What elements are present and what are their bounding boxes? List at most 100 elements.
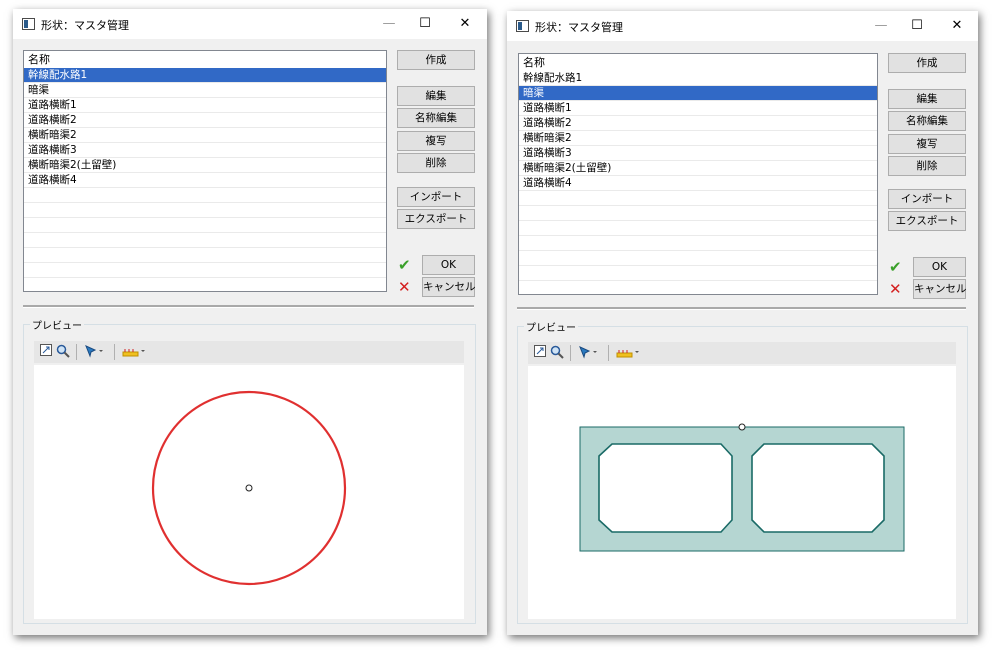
app-icon: [516, 20, 529, 32]
empty-row: .: [24, 263, 386, 278]
export-button[interactable]: エクスポート: [397, 209, 475, 229]
list-item[interactable]: 道路横断1: [519, 101, 877, 116]
copy-button[interactable]: 複写: [888, 134, 966, 154]
empty-row: .: [519, 206, 877, 221]
splitter[interactable]: [23, 305, 474, 308]
import-button[interactable]: インポート: [888, 189, 966, 209]
empty-row: .: [519, 191, 877, 206]
edit-button[interactable]: 編集: [397, 86, 475, 106]
create-button[interactable]: 作成: [397, 50, 475, 70]
empty-row: .: [24, 188, 386, 203]
list-item[interactable]: 幹線配水路1: [24, 68, 386, 83]
culvert-cell-left: [598, 443, 733, 533]
title-bar[interactable]: 形状：マスタ管理 — ☐ ✕: [13, 9, 487, 39]
rename-button[interactable]: 名称編集: [888, 111, 966, 131]
master-management-window-2: 形状：マスタ管理 — ☐ ✕ 名称 幹線配水路1 暗渠 道路横断1 道路横断2 …: [507, 11, 978, 635]
ruler-icon[interactable]: [122, 344, 146, 360]
preview-group: プレビュー: [23, 317, 476, 624]
window-title: 形状：マスタ管理: [41, 19, 129, 32]
master-management-window-1: 形状：マスタ管理 — ☐ ✕ 名称 幹線配水路1 暗渠 道路横断1 道路横断2 …: [13, 9, 487, 635]
empty-row: .: [519, 221, 877, 236]
empty-row: .: [24, 233, 386, 248]
list-item[interactable]: 道路横断4: [519, 176, 877, 191]
check-icon: ✔: [889, 258, 902, 276]
list-item[interactable]: 道路横断3: [24, 143, 386, 158]
ok-button[interactable]: ✔ OK: [398, 255, 475, 275]
empty-row: .: [519, 266, 877, 281]
preview-canvas[interactable]: [34, 365, 464, 619]
minimize-button[interactable]: —: [867, 15, 895, 37]
empty-row: .: [24, 203, 386, 218]
list-item[interactable]: 道路横断1: [24, 98, 386, 113]
create-button[interactable]: 作成: [888, 53, 966, 73]
list-item[interactable]: 暗渠: [519, 86, 877, 101]
delete-button[interactable]: 削除: [888, 156, 966, 176]
preview-label: プレビュー: [524, 319, 578, 334]
origin-marker: [738, 423, 746, 431]
empty-row: .: [519, 236, 877, 251]
list-item[interactable]: 横断暗渠2: [24, 128, 386, 143]
list-item[interactable]: 幹線配水路1: [519, 71, 877, 86]
list-header: 名称: [28, 53, 50, 66]
rename-button[interactable]: 名称編集: [397, 108, 475, 128]
check-icon: ✔: [398, 256, 411, 274]
shape-name-list[interactable]: 名称 幹線配水路1 暗渠 道路横断1 道路横断2 横断暗渠2 道路横断3 横断暗…: [23, 50, 387, 292]
edit-button[interactable]: 編集: [888, 89, 966, 109]
zoom-fit-icon[interactable]: [534, 345, 546, 361]
close-button[interactable]: ✕: [451, 13, 479, 35]
ok-label: OK: [931, 261, 948, 273]
zoom-fit-icon[interactable]: [40, 344, 52, 360]
list-item[interactable]: 横断暗渠2: [519, 131, 877, 146]
title-bar[interactable]: 形状：マスタ管理 — ☐ ✕: [507, 11, 978, 41]
empty-row: .: [24, 218, 386, 233]
list-item[interactable]: 道路横断3: [519, 146, 877, 161]
cancel-label: キャンセル: [914, 283, 967, 295]
list-item[interactable]: 道路横断4: [24, 173, 386, 188]
ok-label: OK: [440, 259, 457, 271]
empty-row: .: [24, 278, 386, 291]
select-arrow-icon[interactable]: [84, 344, 106, 360]
cancel-label: キャンセル: [423, 281, 476, 293]
import-button[interactable]: インポート: [397, 187, 475, 207]
magnifier-icon[interactable]: [550, 345, 564, 361]
magnifier-icon[interactable]: [56, 344, 70, 360]
maximize-button[interactable]: ☐: [903, 15, 931, 37]
empty-row: .: [24, 248, 386, 263]
toolbar-separator: [76, 344, 77, 360]
list-header: 名称: [523, 56, 545, 69]
preview-toolbar: [34, 341, 464, 363]
export-button[interactable]: エクスポート: [888, 211, 966, 231]
origin-marker: [245, 484, 253, 492]
toolbar-separator: [570, 345, 571, 361]
cancel-button[interactable]: ✕ キャンセル: [889, 279, 967, 299]
empty-row: .: [519, 251, 877, 266]
list-item[interactable]: 横断暗渠2(土留壁): [519, 161, 877, 176]
close-button[interactable]: ✕: [943, 15, 971, 37]
toolbar-separator: [114, 344, 115, 360]
window-title: 形状：マスタ管理: [535, 21, 623, 34]
preview-group: プレビュー: [517, 319, 968, 624]
list-item[interactable]: 横断暗渠2(土留壁): [24, 158, 386, 173]
toolbar-separator: [608, 345, 609, 361]
empty-row: .: [519, 281, 877, 294]
delete-button[interactable]: 削除: [397, 153, 475, 173]
x-mark-icon: ✕: [889, 280, 902, 298]
preview-canvas[interactable]: [528, 366, 956, 619]
list-item[interactable]: 道路横断2: [24, 113, 386, 128]
maximize-button[interactable]: ☐: [411, 13, 439, 35]
minimize-button[interactable]: —: [375, 13, 403, 35]
shape-name-list[interactable]: 名称 幹線配水路1 暗渠 道路横断1 道路横断2 横断暗渠2 道路横断3 横断暗…: [518, 53, 878, 295]
app-icon: [22, 18, 35, 30]
x-mark-icon: ✕: [398, 278, 411, 296]
list-item[interactable]: 道路横断2: [519, 116, 877, 131]
splitter[interactable]: [517, 307, 966, 310]
culvert-cell-right: [751, 443, 885, 533]
cancel-button[interactable]: ✕ キャンセル: [398, 277, 476, 297]
ruler-icon[interactable]: [616, 345, 640, 361]
select-arrow-icon[interactable]: [578, 345, 600, 361]
ok-button[interactable]: ✔ OK: [889, 257, 966, 277]
list-item[interactable]: 暗渠: [24, 83, 386, 98]
preview-toolbar: [528, 342, 956, 364]
preview-label: プレビュー: [30, 317, 84, 332]
copy-button[interactable]: 複写: [397, 131, 475, 151]
